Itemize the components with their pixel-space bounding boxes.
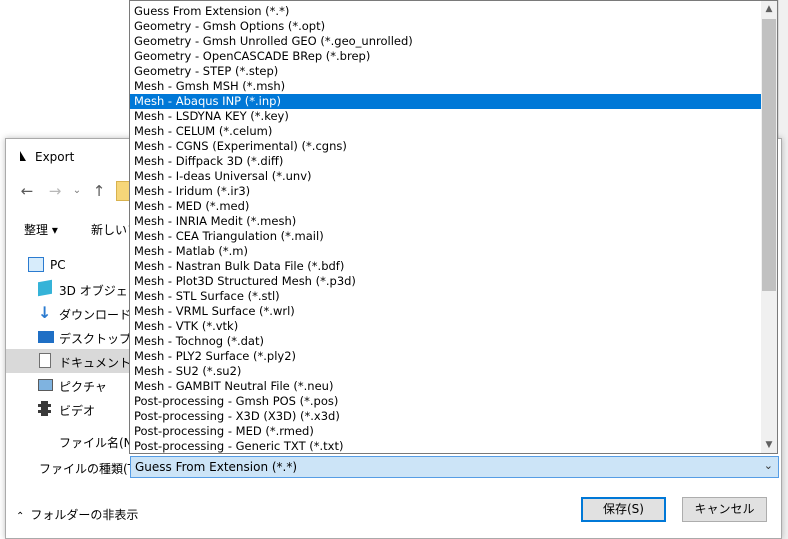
dropdown-option[interactable]: Mesh - INRIA Medit (*.mesh) <box>130 214 762 229</box>
sidebar-label: PC <box>50 258 66 272</box>
forward-arrow-icon[interactable]: → <box>46 181 64 201</box>
dropdown-option[interactable]: Mesh - CELUM (*.celum) <box>130 124 762 139</box>
dropdown-option[interactable]: Mesh - LSDYNA KEY (*.key) <box>130 109 762 124</box>
dropdown-option[interactable]: Mesh - VTK (*.vtk) <box>130 319 762 334</box>
dropdown-option[interactable]: Mesh - VRML Surface (*.wrl) <box>130 304 762 319</box>
dropdown-option[interactable]: Mesh - MED (*.med) <box>130 199 762 214</box>
dropdown-option[interactable]: Mesh - PLY2 Surface (*.ply2) <box>130 349 762 364</box>
sidebar-label: デスクトップ <box>59 332 132 346</box>
filetype-select[interactable]: Guess From Extension (*.*) ⌄ <box>130 456 779 478</box>
dropdown-option[interactable]: Post-processing - X3D (X3D) (*.x3d) <box>130 409 762 424</box>
scroll-up-icon[interactable]: ▲ <box>761 1 777 17</box>
dropdown-scrollbar[interactable]: ▲ ▼ <box>761 1 777 453</box>
videos-icon <box>38 401 51 416</box>
sidebar-item-desktop[interactable]: デスクトップ <box>6 325 131 349</box>
dropdown-option[interactable]: Mesh - Nastran Bulk Data File (*.bdf) <box>130 259 762 274</box>
dropdown-option[interactable]: Geometry - OpenCASCADE BRep (*.brep) <box>130 49 762 64</box>
scroll-down-icon[interactable]: ▼ <box>761 437 777 453</box>
dropdown-option[interactable]: Mesh - Tochnog (*.dat) <box>130 334 762 349</box>
dropdown-option[interactable]: Geometry - Gmsh Options (*.opt) <box>130 19 762 34</box>
dropdown-option[interactable]: Post-processing - MED (*.rmed) <box>130 424 762 439</box>
gmsh-app-icon <box>20 151 26 161</box>
desktop-icon <box>38 331 54 343</box>
dropdown-option[interactable]: Mesh - Diffpack 3D (*.diff) <box>130 154 762 169</box>
documents-icon <box>39 353 51 368</box>
dropdown-option[interactable]: Mesh - Iridum (*.ir3) <box>130 184 762 199</box>
sidebar-label: ダウンロード <box>59 308 132 322</box>
cancel-button[interactable]: キャンセル <box>682 497 767 522</box>
dropdown-option[interactable]: Mesh - STL Surface (*.stl) <box>130 289 762 304</box>
sidebar-item-downloads[interactable]: ↓ ダウンロード <box>6 301 131 325</box>
dropdown-option[interactable]: Mesh - Matlab (*.m) <box>130 244 762 259</box>
dropdown-option[interactable]: Post-processing - Gmsh POS (*.pos) <box>130 394 762 409</box>
pictures-icon <box>38 379 53 391</box>
sidebar-item-videos[interactable]: ビデオ <box>6 397 131 421</box>
dropdown-option[interactable]: Mesh - GAMBIT Neutral File (*.neu) <box>130 379 762 394</box>
sidebar-item-documents[interactable]: ドキュメント <box>6 349 131 373</box>
dropdown-option[interactable]: Geometry - Gmsh Unrolled GEO (*.geo_unro… <box>130 34 762 49</box>
dropdown-option[interactable]: Geometry - STEP (*.step) <box>130 64 762 79</box>
up-arrow-icon[interactable]: ↑ <box>90 181 108 201</box>
back-arrow-icon[interactable]: ← <box>18 181 36 201</box>
sidebar-label: ビデオ <box>59 404 96 418</box>
chevron-up-icon: ⌃ <box>16 511 25 522</box>
dropdown-option[interactable]: Mesh - Plot3D Structured Mesh (*.p3d) <box>130 274 762 289</box>
sidebar-label: ドキュメント <box>59 356 132 370</box>
dropdown-option[interactable]: Mesh - Abaqus INP (*.inp) <box>130 94 762 109</box>
dialog-title: Export <box>35 150 75 164</box>
navigation-pane: PC 3D オブジェクト ↓ ダウンロード デスクトップ ドキュメント ピクチャ… <box>6 251 152 421</box>
chevron-down-icon: ⌄ <box>763 459 773 472</box>
dropdown-option[interactable]: Post-processing - Generic TXT (*.txt) <box>130 439 762 453</box>
sidebar-item-pc[interactable]: PC <box>6 253 131 277</box>
3d-objects-icon <box>38 279 52 297</box>
filetype-label: ファイルの種類(T): <box>39 462 144 476</box>
scroll-thumb[interactable] <box>762 19 776 291</box>
sidebar-label: ピクチャ <box>59 380 107 394</box>
pc-icon <box>28 257 44 272</box>
sidebar-item-3d-objects[interactable]: 3D オブジェクト <box>6 277 152 301</box>
dropdown-option[interactable]: Mesh - I-deas Universal (*.unv) <box>130 169 762 184</box>
dropdown-option[interactable]: Mesh - CGNS (Experimental) (*.cgns) <box>130 139 762 154</box>
hide-folders-toggle[interactable]: ⌃ フォルダーの非表示 <box>16 506 138 523</box>
dropdown-option[interactable]: Mesh - SU2 (*.su2) <box>130 364 762 379</box>
save-button[interactable]: 保存(S) <box>581 497 666 522</box>
recent-dropdown-icon[interactable]: ⌄ <box>68 181 86 201</box>
filetype-dropdown-list: Guess From Extension (*.*) Geometry - Gms… <box>129 0 778 454</box>
filetype-selected-value: Guess From Extension (*.*) <box>135 460 298 474</box>
dropdown-option[interactable]: Guess From Extension (*.*) <box>130 4 762 19</box>
download-icon: ↓ <box>38 303 52 322</box>
sidebar-item-pictures[interactable]: ピクチャ <box>6 373 131 397</box>
organize-button[interactable]: 整理 ▾ <box>24 221 58 238</box>
hide-folders-label: フォルダーの非表示 <box>30 508 139 522</box>
dropdown-option[interactable]: Mesh - CEA Triangulation (*.mail) <box>130 229 762 244</box>
dropdown-option[interactable]: Mesh - Gmsh MSH (*.msh) <box>130 79 762 94</box>
